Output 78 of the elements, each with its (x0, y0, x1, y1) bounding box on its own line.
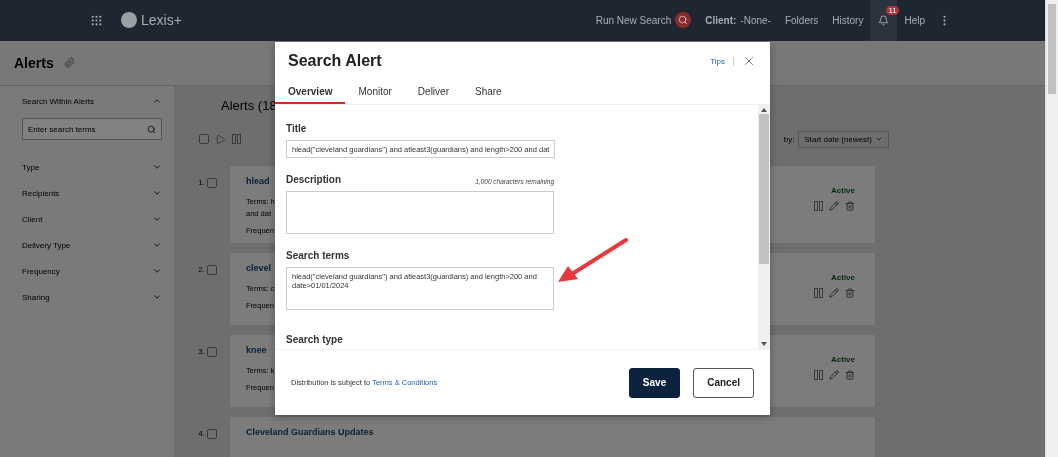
chevron-up-icon[interactable] (152, 96, 162, 106)
alert-title-link[interactable]: hlead (246, 176, 270, 186)
chevron-down-icon (875, 135, 883, 143)
bell-icon (878, 14, 890, 26)
tab[interactable]: Deliver (404, 80, 462, 104)
apps-grid-icon[interactable] (90, 13, 103, 27)
pause-icon[interactable] (232, 134, 241, 144)
pause-icon[interactable] (814, 288, 823, 298)
nav-link[interactable]: Folders (777, 14, 826, 26)
trash-icon[interactable] (845, 201, 855, 211)
save-button[interactable]: Save (628, 367, 681, 398)
alert-checkbox[interactable] (207, 429, 217, 439)
client-selector[interactable]: Client: -None- (698, 14, 778, 26)
logo-icon (121, 12, 137, 29)
chevron-down-icon[interactable] (152, 240, 162, 250)
nav-link[interactable]: History (825, 14, 871, 26)
logo-text[interactable]: Lexis+ (141, 12, 182, 29)
paperclip-icon[interactable] (63, 57, 75, 69)
pause-icon[interactable] (814, 370, 823, 380)
alert-checkbox[interactable] (207, 265, 217, 275)
alert-checkbox[interactable] (207, 178, 217, 188)
field-label: Search type (286, 334, 343, 345)
chevron-down-icon[interactable] (152, 188, 162, 198)
status-label: Active (831, 273, 855, 282)
close-button[interactable] (742, 54, 756, 68)
filter-label[interactable]: Client (22, 214, 43, 224)
field-label: Description (286, 174, 341, 185)
sidebar-heading: Search Within Alerts (22, 96, 95, 106)
trash-icon[interactable] (845, 370, 855, 380)
filter-label[interactable]: Sharing (22, 292, 50, 302)
sort-label: by: (783, 134, 795, 144)
chevron-down-icon[interactable] (152, 214, 162, 224)
tips-link[interactable]: Tips (710, 56, 734, 66)
pause-icon[interactable] (814, 201, 823, 211)
sort-dropdown[interactable]: Start date (newest) (798, 130, 889, 148)
filter-label[interactable]: Frequency (22, 266, 60, 276)
alert-number: 1. (198, 178, 205, 189)
cancel-button[interactable]: Cancel (693, 367, 754, 398)
page-scrollbar[interactable] (1045, 0, 1058, 457)
field-label: Title (286, 123, 308, 134)
alert-title-link[interactable]: knee (246, 345, 267, 355)
alert-number: 3. (198, 347, 205, 358)
filter-label[interactable]: Delivery Type (22, 240, 71, 250)
notification-badge: 11 (886, 6, 899, 15)
alert-number: 4. (198, 429, 205, 440)
page-title: Alerts (14, 54, 54, 71)
tab[interactable]: Monitor (345, 80, 405, 104)
tab[interactable]: Overview (275, 80, 346, 104)
tab[interactable]: Share (461, 80, 515, 104)
alert-title-link[interactable]: Cleveland Guardians Updates (246, 427, 374, 437)
chevron-down-icon[interactable] (152, 292, 162, 302)
dialog-scrollbar[interactable] (758, 105, 770, 349)
field-label: Search terms (286, 250, 350, 261)
play-icon[interactable] (215, 133, 226, 145)
help-link[interactable]: Help (897, 14, 932, 26)
filter-label[interactable]: Recipients (22, 188, 60, 198)
edit-icon[interactable] (829, 288, 839, 298)
edit-icon[interactable] (829, 370, 839, 380)
search-icon (675, 12, 692, 29)
select-all-checkbox[interactable] (199, 134, 209, 144)
status-label: Active (831, 355, 855, 364)
scroll-down-icon[interactable] (761, 342, 767, 346)
run-new-search-link[interactable]: Run New Search (588, 12, 699, 29)
chevron-down-icon[interactable] (152, 162, 162, 172)
notifications-button[interactable]: 11 (870, 0, 898, 41)
trash-icon[interactable] (845, 288, 855, 298)
description-input[interactable] (286, 191, 554, 234)
search-field[interactable]: Enter search terms (22, 118, 162, 140)
status-label: Active (831, 186, 855, 195)
dialog-title: Search Alert (288, 52, 382, 70)
alert-title-link[interactable]: clevel (246, 263, 272, 273)
alert-number: 2. (198, 265, 205, 276)
edit-icon[interactable] (829, 201, 839, 211)
scroll-up-icon[interactable] (761, 108, 767, 112)
chevron-down-icon[interactable] (152, 266, 162, 276)
alert-checkbox[interactable] (207, 347, 217, 357)
search-icon (147, 124, 156, 134)
filter-label[interactable]: Type (22, 162, 40, 172)
